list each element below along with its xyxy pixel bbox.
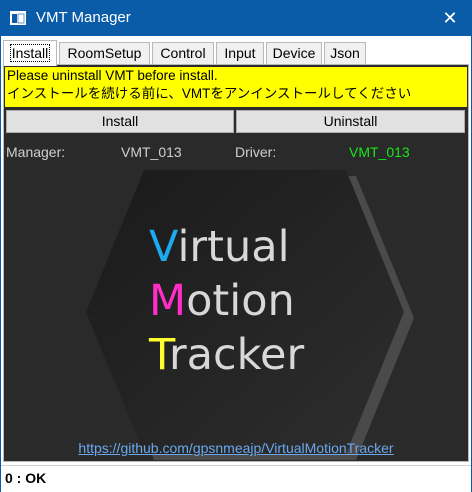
install-button[interactable]: Install — [6, 110, 234, 133]
app-window: VMT Manager ✕ Install RoomSetup Control … — [0, 0, 472, 492]
install-panel: Virtual Motion Tracker Please uninstall … — [3, 64, 469, 462]
driver-label: Driver: — [235, 144, 277, 160]
tab-json[interactable]: Json — [324, 42, 366, 64]
tab-strip: Install RoomSetup Control Input Device J… — [3, 40, 469, 66]
logo-word-racker: racker — [169, 330, 304, 380]
uninstall-button[interactable]: Uninstall — [236, 110, 465, 133]
uninstall-warning: Please uninstall VMT before install. インス… — [5, 67, 467, 107]
svg-text:Virtual: Virtual — [149, 222, 290, 272]
svg-text:Tracker: Tracker — [148, 330, 304, 380]
window-title: VMT Manager — [36, 9, 131, 26]
app-icon — [10, 11, 26, 25]
svg-text:Motion: Motion — [149, 276, 295, 326]
logo-initial-v: V — [149, 222, 179, 272]
tab-install[interactable]: Install — [3, 40, 57, 66]
status-text: 0 : OK — [5, 470, 47, 486]
warning-text-ja: インストールを続ける前に、VMTをアンインストールしてください — [7, 86, 412, 101]
client-area: Install RoomSetup Control Input Device J… — [1, 36, 471, 492]
tab-control[interactable]: Control — [152, 42, 214, 64]
logo-initial-m: M — [149, 276, 186, 326]
driver-version: VMT_013 — [349, 144, 410, 160]
tab-roomsetup[interactable]: RoomSetup — [59, 42, 150, 64]
status-bar: 0 : OK — [1, 465, 471, 492]
vmt-logo: Virtual Motion Tracker — [86, 170, 414, 460]
warning-text-en: Please uninstall VMT before install. — [7, 68, 218, 83]
title-bar: VMT Manager ✕ — [0, 0, 472, 36]
manager-label: Manager: — [6, 144, 66, 160]
close-icon[interactable]: ✕ — [430, 2, 470, 34]
logo-word-irtual: irtual — [177, 222, 289, 272]
tab-input[interactable]: Input — [216, 42, 264, 64]
manager-version: VMT_013 — [121, 144, 182, 160]
logo-word-otion: otion — [186, 276, 295, 326]
github-link[interactable]: https://github.com/gpsnmeajp/VirtualMoti… — [4, 440, 468, 456]
tab-device[interactable]: Device — [266, 42, 322, 64]
